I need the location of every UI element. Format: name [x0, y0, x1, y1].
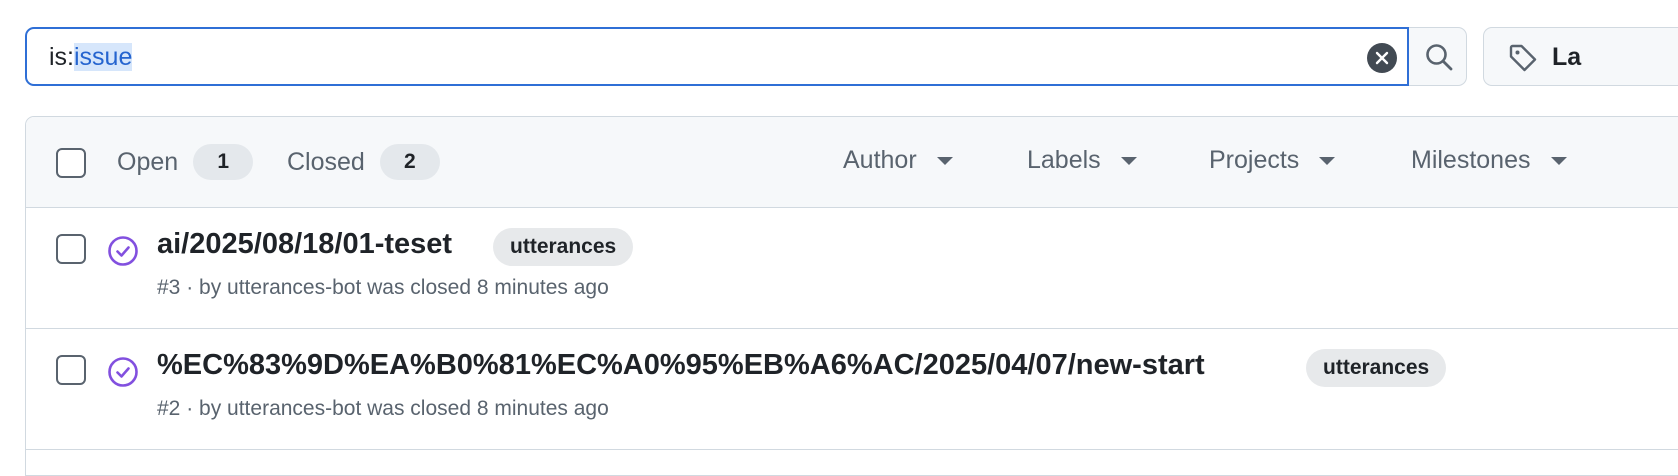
tab-closed-issues[interactable]: Closed 2: [287, 144, 440, 180]
labels-filter-label: Labels: [1027, 146, 1101, 174]
tab-open-issues[interactable]: Open 1: [117, 144, 254, 180]
closed-count-badge: 2: [379, 144, 440, 180]
issue-checkbox[interactable]: [56, 355, 86, 385]
milestones-filter[interactable]: Milestones: [1411, 146, 1567, 175]
chevron-down-icon: [1319, 156, 1336, 165]
select-all-checkbox[interactable]: [56, 148, 86, 178]
issue-meta-text: by utterances-bot was closed 8 minutes a…: [199, 276, 609, 299]
chevron-down-icon: [936, 156, 953, 165]
search-query[interactable]: is:issue: [49, 42, 133, 72]
tab-open-label: Open: [117, 147, 179, 176]
search-input[interactable]: is:issue: [25, 27, 1409, 86]
issue-meta: #3 · by utterances-bot was closed 8 minu…: [157, 276, 609, 299]
clear-search-button[interactable]: [1367, 43, 1397, 73]
issues-list: Open 1 Closed 2 Author Labels Projects M…: [25, 116, 1678, 476]
search-icon: [1426, 44, 1453, 71]
issues-list-header: Open 1 Closed 2 Author Labels Projects M…: [26, 117, 1678, 208]
tag-icon: [1509, 44, 1537, 72]
author-filter-label: Author: [843, 146, 917, 174]
search-query-prefix: is:: [49, 43, 74, 71]
issue-meta-text: by utterances-bot was closed 8 minutes a…: [199, 397, 609, 420]
issue-number: #2: [157, 397, 181, 420]
issue-title-link[interactable]: ai/2025/08/18/01-teset: [157, 228, 452, 261]
chevron-down-icon: [1550, 156, 1567, 165]
search-query-selection: issue: [74, 43, 133, 71]
labels-button[interactable]: La: [1483, 27, 1678, 86]
search-button[interactable]: [1409, 27, 1467, 86]
issue-closed-icon: [108, 236, 138, 266]
x-circle-fill-icon: [1375, 51, 1389, 65]
projects-filter-label: Projects: [1209, 146, 1300, 174]
issue-row[interactable]: %EC%83%9D%EA%B0%81%EC%A0%95%EB%A6%AC/202…: [26, 329, 1678, 450]
issue-checkbox[interactable]: [56, 234, 86, 264]
issue-meta: #2 · by utterances-bot was closed 8 minu…: [157, 397, 609, 420]
projects-filter[interactable]: Projects: [1209, 146, 1336, 175]
author-filter[interactable]: Author: [843, 146, 953, 175]
milestones-filter-label: Milestones: [1411, 146, 1531, 174]
issue-label-badge[interactable]: utterances: [493, 228, 634, 266]
labels-filter[interactable]: Labels: [1027, 146, 1137, 175]
issue-number: #3: [157, 276, 181, 299]
chevron-down-icon: [1120, 156, 1137, 165]
issue-row[interactable]: ai/2025/08/18/01-teset utterances #3 · b…: [26, 208, 1678, 329]
open-count-badge: 1: [193, 144, 254, 180]
issue-closed-icon: [108, 357, 138, 387]
issue-label-badge[interactable]: utterances: [1306, 349, 1447, 387]
issue-title-link[interactable]: %EC%83%9D%EA%B0%81%EC%A0%95%EB%A6%AC/202…: [157, 349, 1205, 382]
tab-closed-label: Closed: [287, 147, 365, 176]
labels-button-label: La: [1552, 43, 1582, 71]
